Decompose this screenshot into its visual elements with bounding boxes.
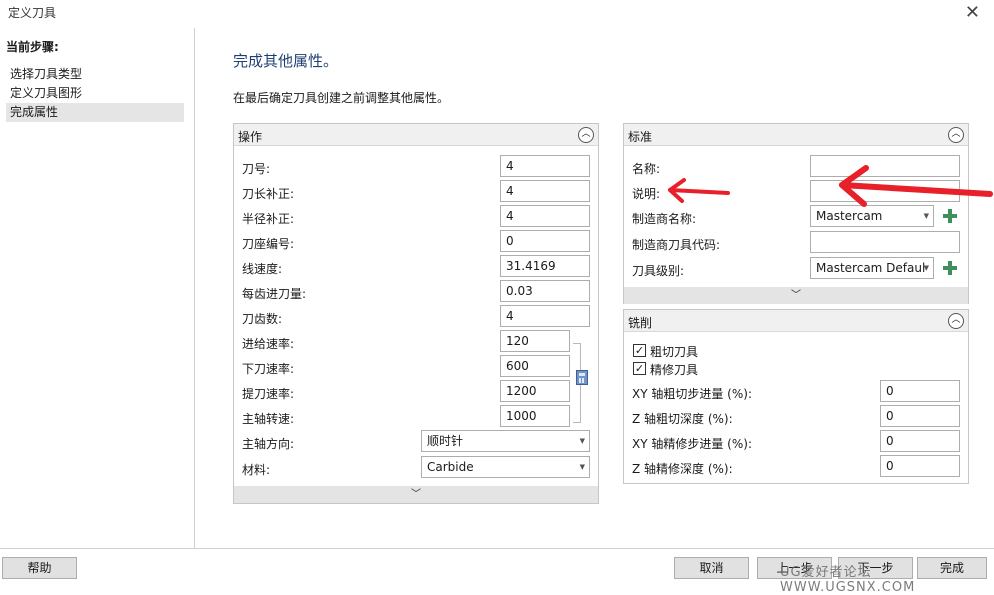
close-icon[interactable]: ✕	[965, 2, 980, 23]
rough-tool-checkbox[interactable]: ✓	[633, 344, 646, 357]
retract-rate-label: 提刀速率:	[242, 387, 295, 401]
surface-speed-label: 线速度:	[242, 262, 283, 276]
step-define-tool-shape[interactable]: 定义刀具图形	[6, 84, 184, 103]
step-select-tool-type[interactable]: 选择刀具类型	[6, 65, 184, 84]
tool-number-input[interactable]: 4	[500, 155, 590, 177]
collapse-icon[interactable]: ︿	[948, 127, 964, 143]
dropdown-arrow-icon: ▼	[579, 437, 585, 445]
expand-chevron-icon: ﹀	[791, 290, 801, 301]
milling-panel-header: 铣削 ︿	[624, 310, 968, 332]
feed-per-tooth-input[interactable]: 0.03	[500, 280, 590, 302]
operation-expand-bar[interactable]: ﹀	[234, 486, 598, 503]
flute-count-input[interactable]: 4	[500, 305, 590, 327]
spindle-direction-value: 顺时针	[427, 434, 464, 448]
feed-rate-label: 进给速率:	[242, 337, 295, 351]
step-finish-properties[interactable]: 完成属性	[6, 103, 184, 122]
xy-rough-step-input[interactable]: 0	[880, 380, 960, 402]
material-value: Carbide	[427, 460, 474, 474]
operation-panel-header: 操作 ︿	[234, 124, 598, 146]
dropdown-arrow-icon: ▼	[923, 264, 929, 272]
window-title: 定义刀具	[8, 6, 57, 20]
material-label: 材料:	[242, 463, 271, 477]
add-tool-level-icon[interactable]	[942, 260, 958, 276]
holder-number-input[interactable]: 0	[500, 230, 590, 252]
name-label: 名称:	[632, 162, 661, 176]
dropdown-arrow-icon: ▼	[579, 463, 585, 471]
arrow-icon	[668, 178, 730, 203]
retract-rate-input[interactable]: 1200	[500, 380, 570, 402]
flute-count-label: 刀齿数:	[242, 312, 283, 326]
standard-panel-title: 标准	[628, 130, 653, 144]
manufacturer-code-input[interactable]	[810, 231, 960, 253]
feed-rate-input[interactable]: 120	[500, 330, 570, 352]
xy-rough-step-label: XY 轴粗切步进量 (%):	[632, 387, 752, 401]
arrow-icon	[839, 165, 993, 207]
calculator-icon[interactable]	[576, 370, 588, 385]
xy-finish-step-input[interactable]: 0	[880, 430, 960, 452]
standard-expand-bar[interactable]: ﹀	[624, 287, 968, 304]
collapse-icon[interactable]: ︿	[578, 127, 594, 143]
tool-level-label: 刀具级别:	[632, 264, 685, 278]
steps-panel: 当前步骤: 选择刀具类型 定义刀具图形 完成属性	[0, 28, 195, 548]
surface-speed-input[interactable]: 31.4169	[500, 255, 590, 277]
collapse-icon[interactable]: ︿	[948, 313, 964, 329]
spindle-speed-label: 主轴转速:	[242, 412, 295, 426]
description-label: 说明:	[632, 187, 661, 201]
expand-chevron-icon: ﹀	[411, 489, 421, 500]
help-button[interactable]: 帮助	[2, 557, 77, 579]
feed-per-tooth-label: 每齿进刀量:	[242, 287, 307, 301]
standard-panel-header: 标准 ︿	[624, 124, 968, 146]
tool-level-select[interactable]: Mastercam Defaul ▼	[810, 257, 934, 279]
operation-panel: 操作 ︿ 刀号: 4 刀长补正: 4 半径补正: 4 刀座编号: 0 线速度: …	[233, 123, 599, 504]
tool-number-label: 刀号:	[242, 162, 271, 176]
z-rough-depth-label: Z 轴粗切深度 (%):	[632, 412, 733, 426]
milling-panel-title: 铣削	[628, 316, 653, 330]
spindle-direction-label: 主轴方向:	[242, 437, 295, 451]
finish-tool-checkbox[interactable]: ✓	[633, 362, 646, 375]
page-description: 在最后确定刀具创建之前调整其他属性。	[233, 91, 450, 105]
holder-number-label: 刀座编号:	[242, 237, 295, 251]
annotation-arrows	[668, 165, 993, 207]
rough-tool-label: 粗切刀具	[650, 345, 699, 359]
z-rough-depth-input[interactable]: 0	[880, 405, 960, 427]
z-finish-depth-label: Z 轴精修深度 (%):	[632, 462, 733, 476]
page-title: 完成其他属性。	[233, 52, 339, 70]
steps-heading: 当前步骤:	[6, 40, 59, 54]
plunge-rate-label: 下刀速率:	[242, 362, 295, 376]
operation-panel-title: 操作	[238, 130, 263, 144]
manufacturer-code-label: 制造商刀具代码:	[632, 238, 721, 252]
spindle-direction-select[interactable]: 顺时针 ▼	[421, 430, 590, 452]
xy-finish-step-label: XY 轴精修步进量 (%):	[632, 437, 752, 451]
radius-offset-label: 半径补正:	[242, 212, 295, 226]
tool-level-value: Mastercam Defaul	[816, 261, 926, 275]
material-select[interactable]: Carbide ▼	[421, 456, 590, 478]
finish-tool-label: 精修刀具	[650, 363, 699, 377]
title-bar: 定义刀具 ✕	[0, 0, 994, 26]
radius-offset-input[interactable]: 4	[500, 205, 590, 227]
watermark: UG爱好者论坛 WWW.UGSNX.COM	[780, 565, 916, 595]
cancel-button[interactable]: 取消	[674, 557, 749, 579]
length-offset-input[interactable]: 4	[500, 180, 590, 202]
spindle-speed-input[interactable]: 1000	[500, 405, 570, 427]
milling-panel: 铣削 ︿ ✓ 粗切刀具 ✓ 精修刀具 XY 轴粗切步进量 (%): 0 Z 轴粗…	[623, 309, 969, 484]
length-offset-label: 刀长补正:	[242, 187, 295, 201]
z-finish-depth-input[interactable]: 0	[880, 455, 960, 477]
plunge-rate-input[interactable]: 600	[500, 355, 570, 377]
